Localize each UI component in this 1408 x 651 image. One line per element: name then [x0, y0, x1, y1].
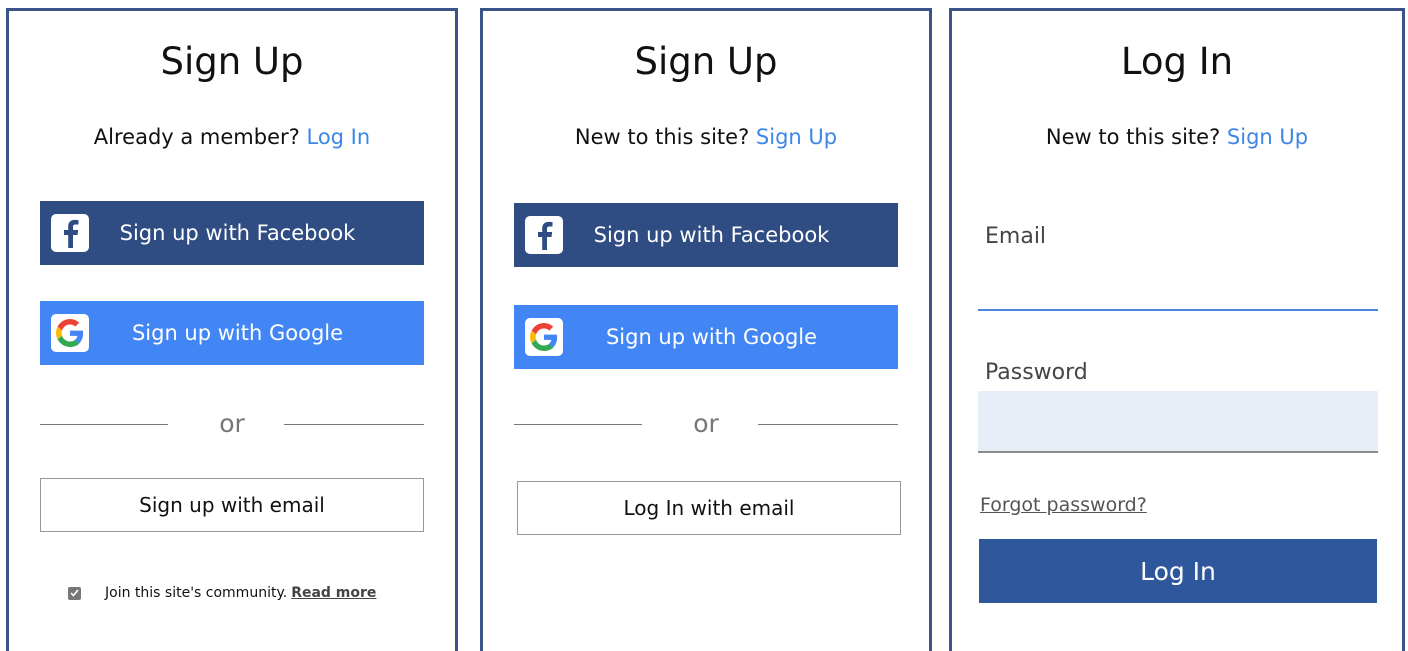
- google-button-label: Sign up with Google: [131, 321, 344, 345]
- subtitle: New to this site? Sign Up: [952, 125, 1402, 149]
- community-row: Join this site's community. Read more: [68, 585, 376, 601]
- facebook-button-label: Sign up with Facebook: [119, 221, 356, 245]
- google-signup-button[interactable]: Sign up with Google: [40, 301, 424, 365]
- password-input[interactable]: [978, 391, 1378, 453]
- email-login-button[interactable]: Log In with email: [517, 481, 901, 535]
- google-icon: [525, 318, 563, 356]
- login-panel: Log In New to this site? Sign Up Email P…: [949, 8, 1405, 651]
- subtitle-text: New to this site?: [1045, 125, 1221, 149]
- or-divider: or: [514, 409, 898, 439]
- google-icon: [51, 314, 89, 352]
- facebook-button-label: Sign up with Facebook: [593, 223, 830, 247]
- divider-line: [758, 424, 898, 425]
- page-title: Log In: [1120, 40, 1234, 83]
- login-button[interactable]: Log In: [979, 539, 1377, 603]
- subtitle-text: New to this site?: [574, 125, 750, 149]
- subtitle-text: Already a member?: [93, 125, 300, 149]
- email-signup-button[interactable]: Sign up with email: [40, 478, 424, 532]
- community-checkbox[interactable]: [68, 586, 81, 600]
- google-button-label: Sign up with Google: [605, 325, 818, 349]
- facebook-signup-button[interactable]: Sign up with Facebook: [40, 201, 424, 265]
- forgot-password-link[interactable]: Forgot password?: [980, 494, 1147, 516]
- email-label: Email: [985, 224, 1047, 249]
- facebook-signup-button[interactable]: Sign up with Facebook: [514, 203, 898, 267]
- google-signup-button[interactable]: Sign up with Google: [514, 305, 898, 369]
- community-text: Join this site's community.: [105, 585, 288, 601]
- divider-line: [284, 424, 424, 425]
- subtitle: Already a member? Log In: [9, 125, 455, 149]
- page-title: Sign Up: [160, 40, 304, 83]
- login-link[interactable]: Log In: [307, 125, 371, 149]
- subtitle: New to this site? Sign Up: [483, 125, 929, 149]
- signup-link[interactable]: Sign Up: [1227, 125, 1308, 149]
- read-more-link[interactable]: Read more: [291, 585, 376, 601]
- signup-panel-alt: Sign Up New to this site? Sign Up Sign u…: [480, 8, 932, 651]
- password-label: Password: [985, 360, 1088, 385]
- page-title: Sign Up: [634, 40, 778, 83]
- signup-link[interactable]: Sign Up: [756, 125, 837, 149]
- facebook-icon: [525, 216, 563, 254]
- check-icon: [70, 589, 79, 597]
- email-input[interactable]: [978, 271, 1378, 311]
- or-divider: or: [40, 409, 424, 439]
- signup-panel: Sign Up Already a member? Log In Sign up…: [6, 8, 458, 651]
- facebook-icon: [51, 214, 89, 252]
